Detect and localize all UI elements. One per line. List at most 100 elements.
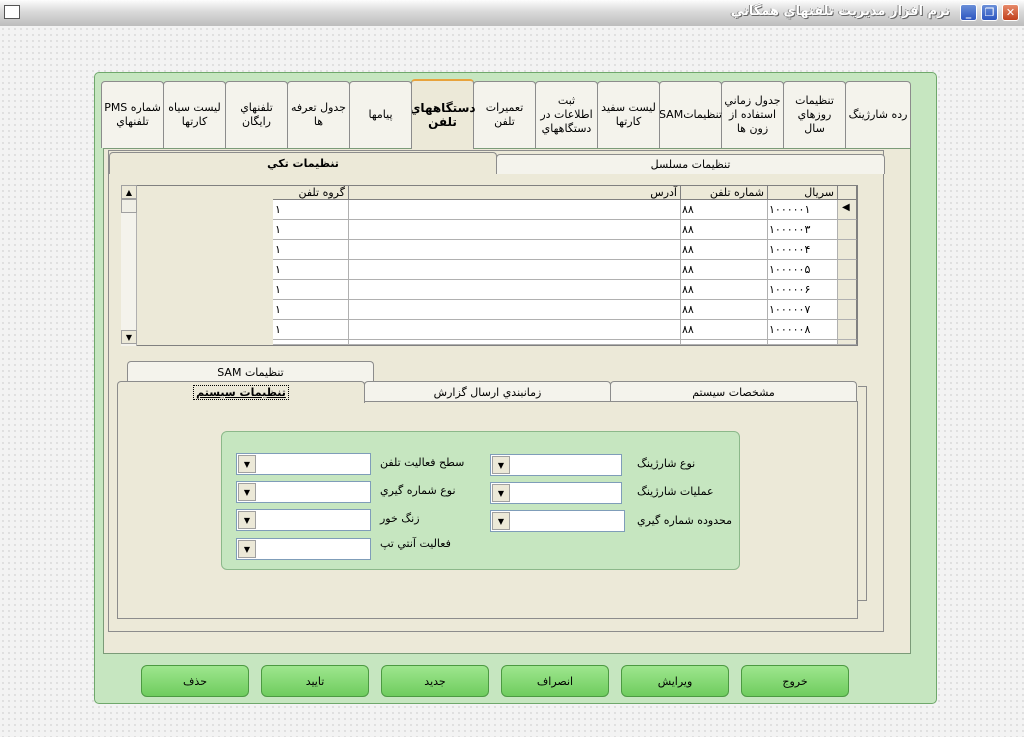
table-cell-serial[interactable]: ۱۰۰۰۰۰۳: [767, 220, 838, 240]
table-cell-address[interactable]: [348, 280, 681, 300]
table-cell-phone[interactable]: ۸۸: [680, 260, 768, 280]
tab-tariff-table[interactable]: جدول تعرفه ها: [287, 81, 350, 148]
tab-phone-repairs[interactable]: تعميرات تلفن: [473, 81, 536, 148]
tab-single-settings[interactable]: تنظيمات تكي: [109, 152, 497, 174]
app-icon[interactable]: [4, 5, 20, 19]
antitap-select[interactable]: ▼: [236, 538, 371, 560]
table-cell-address[interactable]: [348, 200, 681, 220]
dialing-range-select[interactable]: ▼: [490, 510, 625, 532]
tab-pms-numbers[interactable]: شماره PMS تلفنهاي: [101, 81, 164, 148]
dialing-type-select[interactable]: ▼: [236, 481, 371, 503]
dialing-range-label: محدوده شماره گيري: [637, 514, 732, 527]
row-indicator[interactable]: [838, 320, 857, 340]
antitap-label: فعاليت آنتي تپ: [380, 537, 451, 550]
tab-free-phones[interactable]: تلفنهاي رايگان: [225, 81, 288, 148]
table-cell-serial[interactable]: ۱۰۰۰۰۰۷: [767, 300, 838, 320]
title-bar: نرم افزار مديريت تلفنهاي همگاني _ ❐ ✕: [0, 0, 1024, 27]
table-cell-phone[interactable]: ۸۸: [680, 300, 768, 320]
tab-serial-settings[interactable]: تنظيمات مسلسل: [496, 154, 885, 174]
charging-type-label: نوع شارژينگ: [637, 457, 696, 470]
restore-button[interactable]: ❐: [981, 4, 998, 21]
tab-zone-schedule[interactable]: جدول زماني استفاده از زون ها: [721, 81, 784, 148]
scroll-thumb[interactable]: [121, 199, 137, 213]
table-cell-serial[interactable]: ۱۰۰۰۰۰۶: [767, 280, 838, 300]
tab-phone-devices[interactable]: دستگاههاي تلفن: [409, 79, 476, 149]
edit-button[interactable]: ويرايش: [621, 665, 729, 697]
tab-charging-class[interactable]: رده شارژينگ: [845, 81, 911, 148]
table-cell-group[interactable]: ۱: [273, 200, 349, 220]
current-row-icon: ◀: [842, 202, 850, 213]
column-header-address[interactable]: آدرس: [348, 186, 681, 200]
chevron-down-icon[interactable]: ▼: [238, 511, 256, 529]
table-cell-address[interactable]: [348, 220, 681, 240]
table-cell-phone[interactable]: ۸۸: [680, 220, 768, 240]
charging-type-select[interactable]: ▼: [490, 454, 622, 476]
table-cell-address[interactable]: [348, 240, 681, 260]
activity-level-label: سطح فعاليت تلفن: [380, 456, 465, 469]
table-cell-serial[interactable]: ۱۰۰۰۰۰۸: [767, 320, 838, 340]
row-indicator[interactable]: [838, 340, 857, 345]
table-cell-group[interactable]: ۱: [273, 240, 349, 260]
table-cell-phone[interactable]: ۸۸: [680, 240, 768, 260]
charging-ops-label: عمليات شارژينگ: [637, 485, 714, 498]
tab-device-data[interactable]: ثبت اطلاعات در دستگاههاي: [535, 81, 598, 148]
table-cell-serial[interactable]: ۱۰۰۰۰۰۴: [767, 240, 838, 260]
table-cell-phone[interactable]: ۸۸: [680, 280, 768, 300]
chevron-down-icon[interactable]: ▼: [492, 456, 510, 474]
table-cell-group[interactable]: ۱: [273, 300, 349, 320]
confirm-button[interactable]: تاييد: [261, 665, 369, 697]
chevron-down-icon[interactable]: ▼: [492, 484, 510, 502]
column-header-serial[interactable]: سريال: [767, 186, 838, 200]
scroll-down-button[interactable]: ▼: [121, 330, 137, 344]
row-indicator[interactable]: [838, 280, 857, 300]
column-header-phone[interactable]: شماره تلفن: [680, 186, 768, 200]
table-cell-serial[interactable]: ۱۰۰۰۰۰۱: [767, 200, 838, 220]
chevron-down-icon[interactable]: ▼: [238, 540, 256, 558]
chevron-down-icon[interactable]: ▼: [492, 512, 510, 530]
charging-ops-select[interactable]: ▼: [490, 482, 622, 504]
tab-messages[interactable]: پيامها: [349, 81, 412, 148]
table-scrollbar[interactable]: ▲ ▼: [121, 185, 137, 346]
delete-button[interactable]: حذف: [141, 665, 249, 697]
table-cell-group[interactable]: ۱: [273, 220, 349, 240]
row-indicator[interactable]: [838, 260, 857, 280]
ring-select[interactable]: ▼: [236, 509, 371, 531]
close-button[interactable]: ✕: [1002, 4, 1019, 21]
row-indicator[interactable]: [838, 220, 857, 240]
table-cell-address[interactable]: [348, 340, 681, 345]
minimize-button[interactable]: _: [960, 4, 977, 21]
table-cell-group[interactable]: ۱: [273, 280, 349, 300]
table-cell-address[interactable]: [348, 320, 681, 340]
tab-whitelist-cards[interactable]: ليست سفيد كارتها: [597, 81, 660, 148]
scroll-up-button[interactable]: ▲: [121, 185, 137, 199]
table-cell-phone[interactable]: ۸۸: [680, 200, 768, 220]
tab-system-specs[interactable]: مشخصات سيستم: [610, 381, 857, 402]
ring-label: زنگ خور: [380, 512, 420, 525]
activity-level-select[interactable]: ▼: [236, 453, 371, 475]
row-indicator[interactable]: [838, 240, 857, 260]
table-cell-address[interactable]: [348, 260, 681, 280]
cancel-button[interactable]: انصراف: [501, 665, 609, 697]
row-indicator[interactable]: [838, 300, 857, 320]
chevron-down-icon[interactable]: ▼: [238, 455, 256, 473]
table-cell-phone[interactable]: ۸۸: [680, 320, 768, 340]
table-cell-group[interactable]: ۱: [273, 320, 349, 340]
table-cell-serial[interactable]: ۱۰۰۰۰۰۵: [767, 260, 838, 280]
tab-sam-settings[interactable]: تنظيماتSAM: [659, 81, 722, 148]
tab-year-days[interactable]: تنظيمات روزهاي سال: [783, 81, 846, 148]
tab-sam-settings-lower[interactable]: تنظيمات SAM: [127, 361, 374, 382]
row-indicator[interactable]: ◀: [838, 200, 857, 220]
exit-button[interactable]: خروج: [741, 665, 849, 697]
tab-system-settings[interactable]: تنظيمات سيستم: [117, 381, 365, 403]
chevron-down-icon[interactable]: ▼: [238, 483, 256, 501]
table-cell-address[interactable]: [348, 300, 681, 320]
row-indicator-header: [838, 186, 857, 200]
table-cell-group[interactable]: ۱: [273, 260, 349, 280]
tab-report-schedule[interactable]: زمانبندي ارسال گزارش: [364, 381, 611, 402]
table-cell-phone[interactable]: [680, 340, 768, 345]
tab-blacklist-cards[interactable]: ليست سياه كارتها: [163, 81, 226, 148]
table-cell-serial[interactable]: [767, 340, 838, 345]
new-button[interactable]: جديد: [381, 665, 489, 697]
column-header-group[interactable]: گروه تلفن: [273, 186, 349, 200]
table-cell-group[interactable]: [273, 340, 349, 345]
